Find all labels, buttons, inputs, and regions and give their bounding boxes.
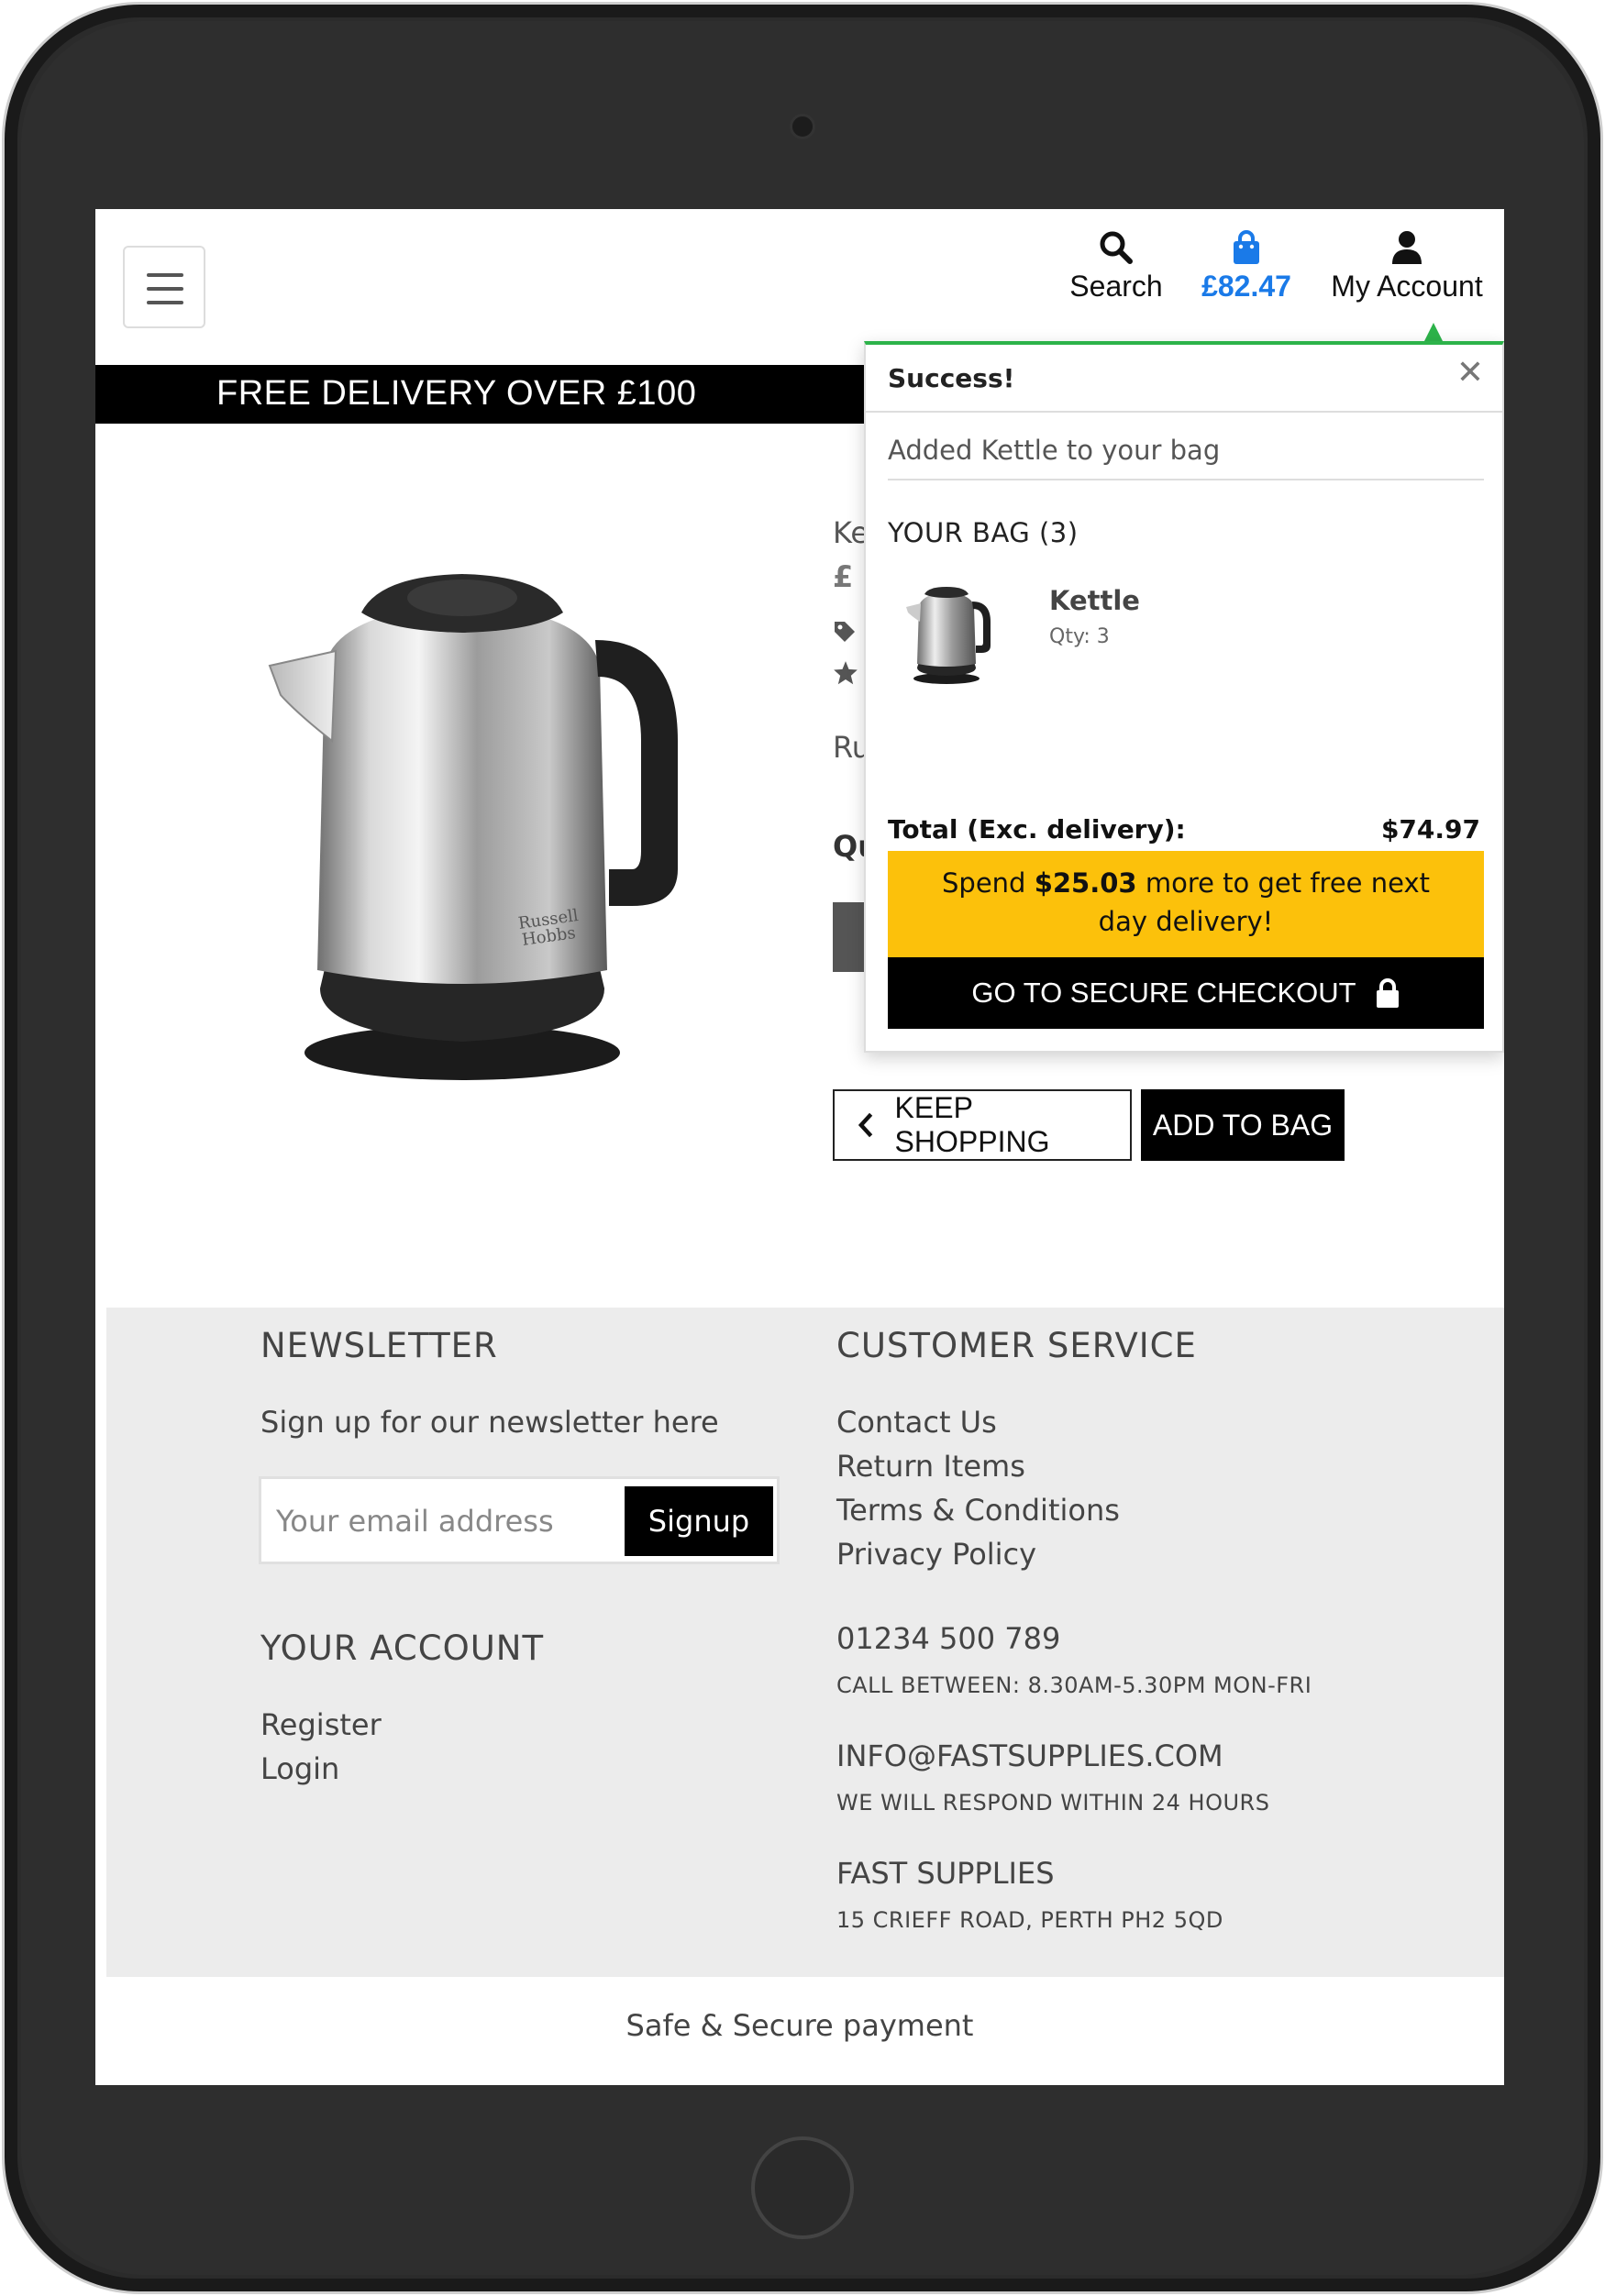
shopping-bag-icon <box>1234 230 1259 264</box>
close-icon[interactable]: ✕ <box>1456 354 1484 392</box>
keep-shopping-label: KEEP SHOPPING <box>894 1091 1050 1158</box>
checkout-label: GO TO SECURE CHECKOUT <box>971 977 1356 1009</box>
hamburger-icon <box>147 273 183 277</box>
total-label: Total (Exc. delivery): <box>888 814 1186 844</box>
signup-button[interactable]: Signup <box>625 1486 773 1556</box>
my-account-button[interactable]: My Account <box>1315 229 1499 304</box>
search-label: Search <box>1069 270 1163 303</box>
contact-us-link[interactable]: Contact Us <box>836 1405 997 1440</box>
newsletter-heading: NEWSLETTER <box>260 1326 498 1365</box>
return-items-link[interactable]: Return Items <box>836 1449 1025 1484</box>
keep-shopping-button[interactable]: KEEP SHOPPING <box>833 1089 1132 1161</box>
footer: NEWSLETTER Sign up for our newsletter he… <box>106 1308 1504 1977</box>
email-link[interactable]: INFO@FASTSUPPLIES.COM <box>836 1739 1223 1773</box>
my-account-label: My Account <box>1331 270 1483 303</box>
hamburger-icon-line <box>147 301 183 304</box>
email-note: WE WILL RESPOND WITHIN 24 HOURS <box>836 1790 1270 1816</box>
kettle-product-image: Russell Hobbs <box>268 574 678 1080</box>
promo-text: FREE DELIVERY OVER £100 <box>216 374 697 413</box>
register-link[interactable]: Register <box>260 1707 382 1742</box>
bag-heading: YOUR BAG (3) <box>888 517 1079 548</box>
your-account-heading: YOUR ACCOUNT <box>260 1628 545 1668</box>
product-price-partial: £ <box>833 559 854 594</box>
newsletter-text: Sign up for our newsletter here <box>260 1405 719 1440</box>
quantity-stepper[interactable] <box>833 902 864 972</box>
chevron-left-icon <box>858 1112 873 1138</box>
divider <box>888 479 1484 480</box>
add-to-bag-label: ADD TO BAG <box>1152 1108 1334 1142</box>
add-to-bag-button[interactable]: ADD TO BAG <box>1141 1089 1345 1161</box>
lock-icon <box>1376 978 1399 1008</box>
search-button[interactable]: Search <box>1057 229 1176 304</box>
camera-icon <box>790 114 815 139</box>
free-delivery-banner: FREE DELIVERY OVER £100 <box>95 365 884 424</box>
spend-amount: $25.03 <box>1034 867 1137 899</box>
search-icon <box>1100 231 1133 264</box>
login-link[interactable]: Login <box>260 1751 339 1786</box>
spend-prefix: Spend <box>942 867 1035 899</box>
hamburger-icon-line <box>147 287 183 291</box>
terms-link[interactable]: Terms & Conditions <box>836 1493 1120 1528</box>
phone-number[interactable]: 01234 500 789 <box>836 1621 1060 1656</box>
cart-item-name[interactable]: Kettle <box>1049 585 1140 616</box>
email-input[interactable] <box>269 1486 625 1556</box>
company-address: 15 CRIEFF ROAD, PERTH PH2 5QD <box>836 1907 1223 1933</box>
star-icon <box>834 661 858 685</box>
popup-pointer <box>1424 323 1443 341</box>
bag-button[interactable]: £82.47 <box>1187 229 1306 304</box>
kettle-thumbnail <box>906 587 991 684</box>
tag-icon <box>835 622 855 642</box>
secure-checkout-button[interactable]: GO TO SECURE CHECKOUT <box>888 957 1484 1029</box>
home-button[interactable] <box>751 2136 854 2239</box>
privacy-policy-link[interactable]: Privacy Policy <box>836 1537 1036 1572</box>
menu-button[interactable] <box>123 246 205 328</box>
company-name: FAST SUPPLIES <box>836 1856 1055 1891</box>
newsletter-form: Signup <box>259 1476 780 1564</box>
spend-suffix: more to get free next day delivery! <box>1098 867 1430 937</box>
popup-message: Added Kettle to your bag <box>888 435 1221 466</box>
bag-total: £82.47 <box>1201 270 1291 303</box>
customer-service-heading: CUSTOMER SERVICE <box>836 1326 1197 1365</box>
popup-header: Success! ✕ <box>866 345 1502 413</box>
free-delivery-notice: Spend $25.03 more to get free next day d… <box>888 851 1484 957</box>
user-icon <box>1392 231 1422 264</box>
total-value: $74.97 <box>1380 814 1480 844</box>
secure-payment-text: Safe & Secure payment <box>625 2008 974 2043</box>
phone-hours: CALL BETWEEN: 8.30AM-5.30PM MON-FRI <box>836 1672 1312 1698</box>
cart-item-qty: Qty: 3 <box>1049 625 1110 648</box>
popup-title: Success! <box>888 363 1015 393</box>
cart-popup: Success! ✕ Added Kettle to your bag YOUR… <box>864 341 1504 1053</box>
browser-screen: Search £82.47 My Account FREE DELIVERY O… <box>95 209 1504 2085</box>
